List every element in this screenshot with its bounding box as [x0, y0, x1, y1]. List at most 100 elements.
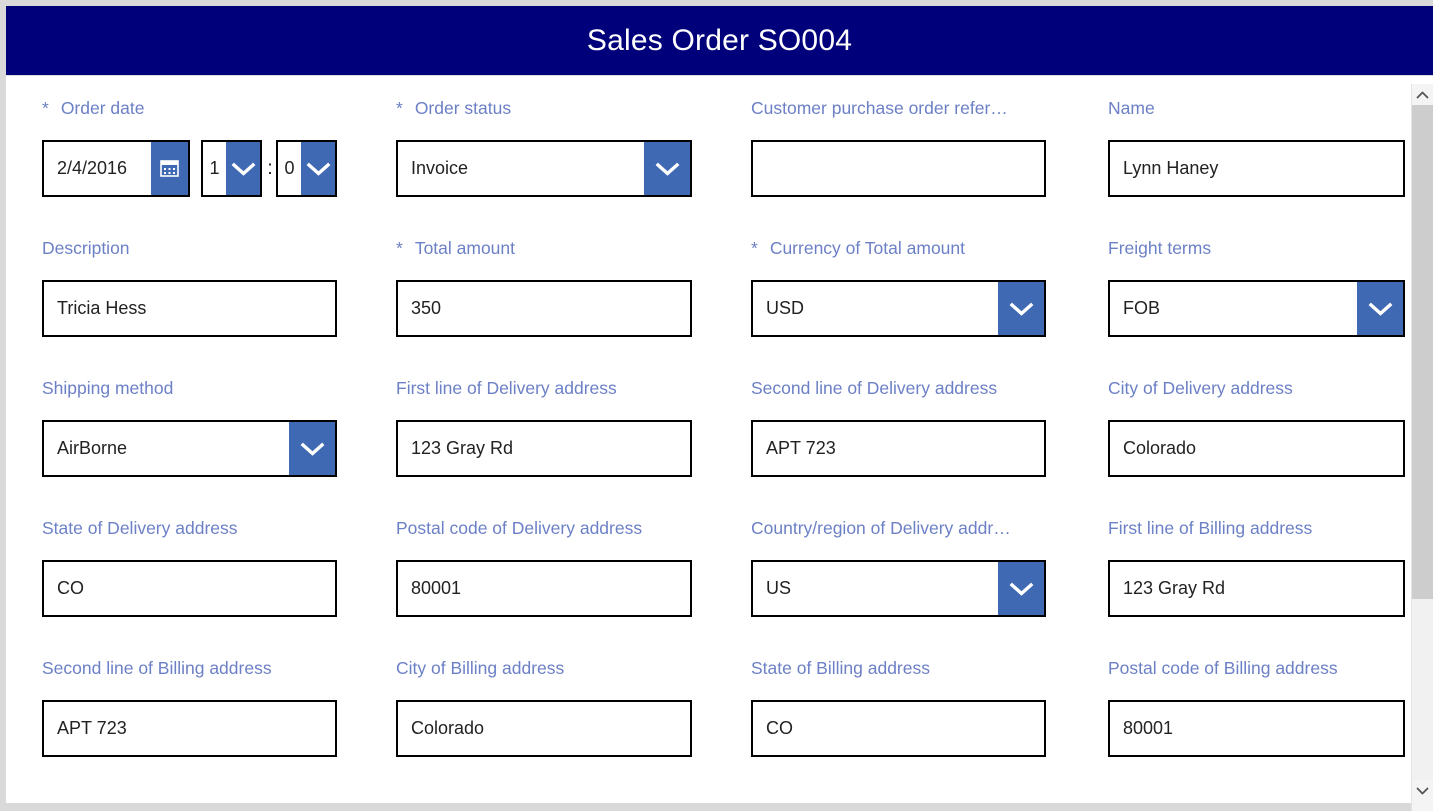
vertical-scrollbar[interactable]: [1411, 84, 1433, 811]
state-of-delivery-address-input[interactable]: CO: [42, 560, 337, 617]
window-title-bar: Sales Order SO004: [6, 6, 1433, 75]
page-title: Sales Order SO004: [586, 23, 853, 57]
form-row: State of Delivery address CO Postal code…: [6, 518, 1406, 658]
field-label-postal-code-of-billing-address: Postal code of Billing address: [1108, 658, 1338, 678]
order-status-dropdown-button[interactable]: [644, 142, 690, 195]
field-second-line-of-billing-address: Second line of Billing address APT 723: [6, 658, 396, 793]
freight-terms-value: FOB: [1123, 298, 1161, 318]
city-of-delivery-address-input[interactable]: Colorado: [1108, 420, 1405, 477]
form-row: Second line of Billing address APT 723 C…: [6, 658, 1406, 793]
description-input[interactable]: Tricia Hess: [42, 280, 337, 337]
freight-terms-dropdown-button[interactable]: [1357, 282, 1403, 335]
scrollbar-track-lower[interactable]: [1412, 599, 1433, 780]
shipping-method-dropdown-button[interactable]: [289, 422, 335, 475]
field-label-city-of-billing-address: City of Billing address: [396, 658, 565, 678]
first-line-of-billing-address-input[interactable]: 123 Gray Rd: [1108, 560, 1405, 617]
field-shipping-method: Shipping method AirBorne: [6, 378, 396, 518]
delivery-country-controls: US: [751, 560, 1108, 617]
order-status-controls: Invoice: [396, 140, 751, 197]
order-hour-dropdown[interactable]: 1: [201, 140, 262, 197]
second-line-of-delivery-address-input[interactable]: APT 723: [751, 420, 1046, 477]
order-minute-value: 0: [284, 158, 295, 178]
field-name: Name Lynn Haney: [1108, 98, 1406, 238]
chevron-down-icon: [1009, 302, 1034, 316]
order-minute-dropdown[interactable]: 0: [276, 140, 337, 197]
chevron-down-icon: [1009, 582, 1034, 596]
delivery-address-line2-controls: APT 723: [751, 420, 1108, 477]
field-label-shipping-method: Shipping method: [42, 378, 174, 398]
shipping-method-value: AirBorne: [57, 438, 128, 458]
field-freight-terms: Freight terms FOB: [1108, 238, 1406, 378]
field-first-line-of-delivery-address: First line of Delivery address 123 Gray …: [396, 378, 751, 518]
total-amount-input[interactable]: 350: [396, 280, 692, 337]
chevron-down-icon: [306, 162, 331, 176]
field-label-customer-purchase-order-reference: Customer purchase order refer…: [751, 98, 1008, 118]
form-grid: * Order date 2/4/2016 1: 0 * Order stat…: [6, 76, 1406, 793]
required-marker: *: [42, 98, 49, 118]
state-of-billing-address-input[interactable]: CO: [751, 700, 1046, 757]
freight-terms-controls: FOB: [1108, 280, 1406, 337]
field-description: Description Tricia Hess: [6, 238, 396, 378]
field-label-postal-code-of-delivery-address: Postal code of Delivery address: [396, 518, 643, 538]
order-minute-dropdown-button[interactable]: [301, 142, 335, 195]
field-label-second-line-of-delivery-address: Second line of Delivery address: [751, 378, 998, 398]
customer-purchase-order-reference-input[interactable]: [751, 140, 1046, 197]
delivery-city-controls: Colorado: [1108, 420, 1406, 477]
order-status-dropdown[interactable]: Invoice: [396, 140, 692, 197]
shipping-method-dropdown[interactable]: AirBorne: [42, 420, 337, 477]
currency-dropdown-button[interactable]: [998, 282, 1044, 335]
field-label-order-status: * Order status: [396, 98, 512, 118]
scrollbar-thumb[interactable]: [1412, 105, 1433, 599]
name-controls: Lynn Haney: [1108, 140, 1406, 197]
field-order-status: * Order status Invoice: [396, 98, 751, 238]
order-date-input[interactable]: 2/4/2016: [42, 140, 190, 197]
total-amount-controls: 350: [396, 280, 751, 337]
field-postal-code-of-delivery-address: Postal code of Delivery address 80001: [396, 518, 751, 658]
currency-of-total-amount-dropdown[interactable]: USD: [751, 280, 1046, 337]
freight-terms-dropdown[interactable]: FOB: [1108, 280, 1405, 337]
field-city-of-delivery-address: City of Delivery address Colorado: [1108, 378, 1406, 518]
order-date-value: 2/4/2016: [57, 158, 128, 178]
chevron-up-icon: [1416, 91, 1429, 99]
order-hour-value: 1: [209, 158, 220, 178]
field-label-city-of-delivery-address: City of Delivery address: [1108, 378, 1293, 398]
sales-order-window: Sales Order SO004 *Order date 2/4/2016: [0, 0, 1433, 811]
scroll-down-button[interactable]: [1412, 780, 1433, 801]
chevron-down-icon: [655, 162, 680, 176]
postal-code-of-delivery-address-input[interactable]: 80001: [396, 560, 692, 617]
delivery-postal-controls: 80001: [396, 560, 751, 617]
form-row: * Order date 2/4/2016 1: 0 * Order stat…: [6, 98, 1406, 238]
field-country-region-of-delivery-address: Country/region of Delivery addr… US: [751, 518, 1108, 658]
country-region-dropdown-button[interactable]: [998, 562, 1044, 615]
field-label-country-region-of-delivery-address: Country/region of Delivery addr…: [751, 518, 1011, 538]
field-label-order-date: * Order date: [42, 98, 145, 118]
field-label-description: Description: [42, 238, 130, 258]
postal-code-of-billing-address-input[interactable]: 80001: [1108, 700, 1405, 757]
customer-po-ref-controls: [751, 140, 1108, 197]
field-state-of-delivery-address: State of Delivery address CO: [6, 518, 396, 658]
required-marker: *: [396, 98, 403, 118]
field-label-name: Name: [1108, 98, 1155, 118]
shipping-method-controls: AirBorne: [42, 420, 396, 477]
field-label-state-of-billing-address: State of Billing address: [751, 658, 930, 678]
billing-city-controls: Colorado: [396, 700, 751, 757]
calendar-picker-button[interactable]: [151, 142, 188, 195]
currency-controls: USD: [751, 280, 1108, 337]
order-date-controls: 2/4/2016 1: 0: [42, 140, 396, 197]
second-line-of-billing-address-input[interactable]: APT 723: [42, 700, 337, 757]
chevron-down-icon: [1416, 787, 1429, 795]
description-controls: Tricia Hess: [42, 280, 396, 337]
country-region-of-delivery-address-dropdown[interactable]: US: [751, 560, 1046, 617]
field-postal-code-of-billing-address: Postal code of Billing address 80001: [1108, 658, 1406, 793]
field-label-freight-terms: Freight terms: [1108, 238, 1212, 258]
order-hour-dropdown-button[interactable]: [226, 142, 260, 195]
field-second-line-of-delivery-address: Second line of Delivery address APT 723: [751, 378, 1108, 518]
field-total-amount: * Total amount 350: [396, 238, 751, 378]
name-input[interactable]: Lynn Haney: [1108, 140, 1405, 197]
chevron-down-icon: [1368, 302, 1393, 316]
billing-address-line2-controls: APT 723: [42, 700, 396, 757]
billing-address-line1-controls: 123 Gray Rd: [1108, 560, 1406, 617]
first-line-of-delivery-address-input[interactable]: 123 Gray Rd: [396, 420, 692, 477]
scroll-up-button[interactable]: [1412, 84, 1433, 105]
city-of-billing-address-input[interactable]: Colorado: [396, 700, 692, 757]
